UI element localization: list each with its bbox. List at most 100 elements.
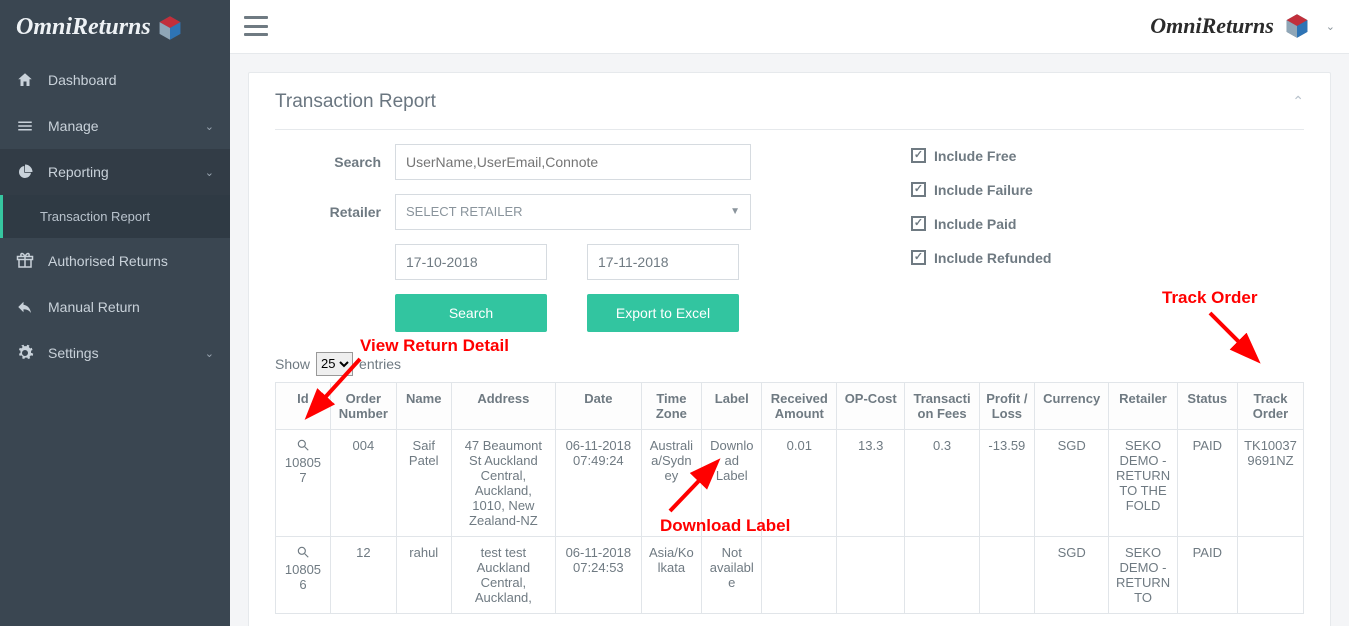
include-failure-checkbox[interactable] bbox=[911, 182, 926, 197]
nav-label: Dashboard bbox=[48, 72, 117, 88]
nav-dashboard[interactable]: Dashboard bbox=[0, 57, 230, 103]
include-free-label: Include Free bbox=[934, 148, 1016, 164]
cell-status: PAID bbox=[1177, 429, 1237, 536]
cell-received bbox=[762, 536, 837, 613]
cell-pl: -13.59 bbox=[979, 429, 1034, 536]
col-status[interactable]: Status bbox=[1177, 382, 1237, 429]
cell-tfees bbox=[905, 536, 980, 613]
cell-address: test test Auckland Central, Auckland, bbox=[451, 536, 555, 613]
col-timezone[interactable]: Time Zone bbox=[641, 382, 701, 429]
nav-authorised-returns[interactable]: Authorised Returns bbox=[0, 238, 230, 284]
nav-manual-return[interactable]: Manual Return bbox=[0, 284, 230, 330]
hamburger-icon[interactable] bbox=[244, 16, 268, 36]
show-suffix: entries bbox=[359, 356, 401, 372]
date-from-input[interactable] bbox=[395, 244, 547, 280]
col-id[interactable]: Id bbox=[276, 382, 331, 429]
col-name[interactable]: Name bbox=[396, 382, 451, 429]
nav-label: Manual Return bbox=[48, 299, 140, 315]
cell-date: 06-11-2018 07:49:24 bbox=[556, 429, 642, 536]
cell-name: rahul bbox=[396, 536, 451, 613]
include-paid-label: Include Paid bbox=[934, 216, 1016, 232]
main-area: OmniReturns ⌄ Transaction Report ⌃ Searc… bbox=[230, 0, 1349, 626]
entries-select[interactable]: 25 bbox=[316, 352, 353, 376]
col-track[interactable]: Track Order bbox=[1237, 382, 1303, 429]
cell-id[interactable]: 108056 bbox=[276, 536, 331, 613]
col-order[interactable]: Order Number bbox=[330, 382, 396, 429]
entries-control: Show 25 entries bbox=[275, 352, 1304, 376]
include-refunded-label: Include Refunded bbox=[934, 250, 1051, 266]
search-input[interactable] bbox=[395, 144, 751, 180]
date-to-input[interactable] bbox=[587, 244, 739, 280]
search-icon bbox=[296, 438, 310, 452]
list-icon bbox=[16, 117, 34, 135]
col-date[interactable]: Date bbox=[556, 382, 642, 429]
cell-status: PAID bbox=[1177, 536, 1237, 613]
pie-chart-icon bbox=[16, 163, 34, 181]
nav-settings[interactable]: Settings ⌄ bbox=[0, 330, 230, 376]
filter-section: Search Retailer SELECT RETAILER ▼ bbox=[275, 144, 1304, 332]
include-refunded-checkbox[interactable] bbox=[911, 250, 926, 265]
nav-label: Authorised Returns bbox=[48, 253, 168, 269]
cell-track[interactable] bbox=[1237, 536, 1303, 613]
page-title: Transaction Report bbox=[275, 91, 436, 113]
report-table: Id Order Number Name Address Date Time Z… bbox=[275, 382, 1304, 614]
table-row: 108057 004 Saif Patel 47 Beaumont St Auc… bbox=[276, 429, 1304, 536]
col-tfees[interactable]: Transaction Fees bbox=[905, 382, 980, 429]
retailer-label: Retailer bbox=[275, 204, 395, 220]
col-opcost[interactable]: OP-Cost bbox=[837, 382, 905, 429]
nav-transaction-report[interactable]: Transaction Report bbox=[0, 195, 230, 238]
include-free-checkbox[interactable] bbox=[911, 148, 926, 163]
nav-label: Manage bbox=[48, 118, 99, 134]
cell-label[interactable]: Download Label bbox=[702, 429, 762, 536]
col-currency[interactable]: Currency bbox=[1034, 382, 1109, 429]
search-button[interactable]: Search bbox=[395, 294, 547, 332]
brand-text: OmniReturns bbox=[1150, 13, 1274, 39]
cell-received: 0.01 bbox=[762, 429, 837, 536]
user-menu-caret-icon[interactable]: ⌄ bbox=[1326, 20, 1335, 33]
table-row: 108056 12 rahul test test Auckland Centr… bbox=[276, 536, 1304, 613]
cell-track[interactable]: TK100379691NZ bbox=[1237, 429, 1303, 536]
cell-date: 06-11-2018 07:24:53 bbox=[556, 536, 642, 613]
gear-icon bbox=[16, 344, 34, 362]
search-icon bbox=[296, 545, 310, 559]
topbar: OmniReturns ⌄ bbox=[230, 0, 1349, 54]
chevron-down-icon: ⌄ bbox=[205, 347, 214, 360]
cell-order: 004 bbox=[330, 429, 396, 536]
cell-tz: Australia/Sydney bbox=[641, 429, 701, 536]
cell-label: Not available bbox=[702, 536, 762, 613]
brand-logo: OmniReturns bbox=[0, 0, 230, 57]
topbar-brand: OmniReturns ⌄ bbox=[1150, 13, 1335, 39]
gift-icon bbox=[16, 252, 34, 270]
cell-pl bbox=[979, 536, 1034, 613]
search-label: Search bbox=[275, 154, 395, 170]
table-header-row: Id Order Number Name Address Date Time Z… bbox=[276, 382, 1304, 429]
cell-address: 47 Beaumont St Auckland Central, Aucklan… bbox=[451, 429, 555, 536]
nav-label: Transaction Report bbox=[40, 209, 150, 224]
home-icon bbox=[16, 71, 34, 89]
collapse-icon[interactable]: ⌃ bbox=[1292, 93, 1304, 110]
nav-menu: Dashboard Manage ⌄ Reporting ⌄ Transacti… bbox=[0, 57, 230, 376]
include-paid-checkbox[interactable] bbox=[911, 216, 926, 231]
card-header: Transaction Report ⌃ bbox=[275, 91, 1304, 130]
cell-tfees: 0.3 bbox=[905, 429, 980, 536]
include-failure-label: Include Failure bbox=[934, 182, 1033, 198]
chevron-down-icon: ⌄ bbox=[205, 166, 214, 179]
nav-label: Settings bbox=[48, 345, 99, 361]
col-label[interactable]: Label bbox=[702, 382, 762, 429]
report-card: Transaction Report ⌃ Search Retailer bbox=[248, 72, 1331, 626]
logo-cube-icon bbox=[157, 15, 183, 41]
logo-cube-icon bbox=[1284, 13, 1310, 39]
reply-icon bbox=[16, 298, 34, 316]
col-received[interactable]: Received Amount bbox=[762, 382, 837, 429]
cell-retailer: SEKO DEMO - RETURN TO bbox=[1109, 536, 1177, 613]
col-address[interactable]: Address bbox=[451, 382, 555, 429]
export-button[interactable]: Export to Excel bbox=[587, 294, 739, 332]
nav-manage[interactable]: Manage ⌄ bbox=[0, 103, 230, 149]
retailer-select[interactable]: SELECT RETAILER ▼ bbox=[395, 194, 751, 230]
col-pl[interactable]: Profit / Loss bbox=[979, 382, 1034, 429]
col-retailer[interactable]: Retailer bbox=[1109, 382, 1177, 429]
cell-id[interactable]: 108057 bbox=[276, 429, 331, 536]
nav-reporting[interactable]: Reporting ⌄ bbox=[0, 149, 230, 195]
caret-down-icon: ▼ bbox=[730, 206, 740, 217]
content: Transaction Report ⌃ Search Retailer bbox=[230, 54, 1349, 626]
